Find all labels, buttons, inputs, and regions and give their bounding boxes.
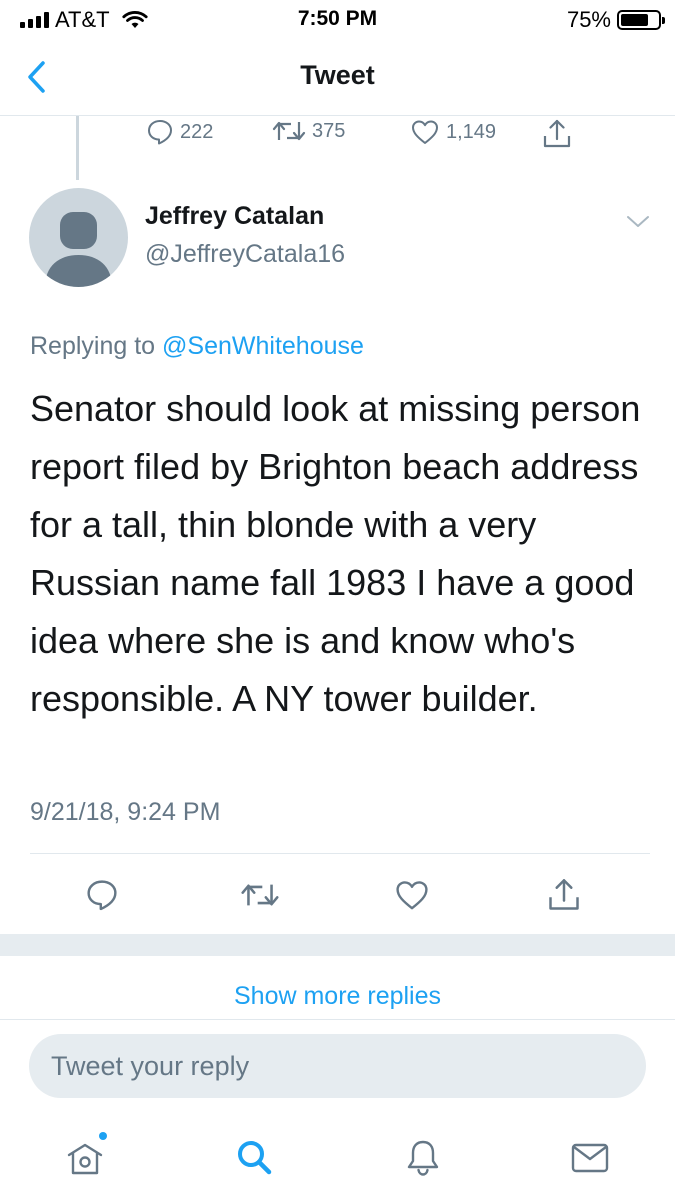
prior-reply-count: 222 xyxy=(180,120,214,143)
show-more-replies-button[interactable]: Show more replies xyxy=(0,982,675,1011)
retweet-button[interactable] xyxy=(235,870,285,920)
section-separator xyxy=(0,934,675,956)
retweet-icon xyxy=(272,121,306,141)
share-icon xyxy=(543,119,571,148)
share-icon xyxy=(549,879,579,910)
battery-nub xyxy=(662,17,665,24)
prior-like-count: 1,149 xyxy=(446,120,497,143)
tweet-options-button[interactable] xyxy=(620,208,656,236)
share-button[interactable] xyxy=(539,870,589,920)
prior-reply-button[interactable]: 222 xyxy=(146,118,213,146)
prior-like-button[interactable]: 1,149 xyxy=(410,118,496,146)
status-bar: AT&T 7:50 PM 75% xyxy=(0,0,675,40)
replying-to-link[interactable]: @SenWhitehouse xyxy=(162,332,364,360)
author-handle[interactable]: @JeffreyCatala16 xyxy=(145,240,345,269)
tweet-timestamp: 9/21/18, 9:24 PM xyxy=(30,798,221,826)
reply-button[interactable] xyxy=(77,870,127,920)
chevron-down-icon xyxy=(627,216,649,227)
navigation-bar: Tweet xyxy=(0,40,675,116)
prior-retweet-count: 375 xyxy=(312,119,346,142)
replying-to-line: Replying to @SenWhitehouse xyxy=(30,332,364,361)
prior-share-button[interactable] xyxy=(542,118,572,150)
tab-home[interactable] xyxy=(55,1130,115,1186)
search-icon xyxy=(238,1141,272,1175)
home-notification-dot xyxy=(99,1132,107,1140)
notifications-bell-icon xyxy=(407,1140,439,1176)
tab-messages[interactable] xyxy=(560,1130,620,1186)
prior-tweet-actions: 222 375 1,149 xyxy=(0,118,675,148)
retweet-icon xyxy=(241,884,279,906)
reply-input[interactable] xyxy=(29,1034,646,1098)
like-button[interactable] xyxy=(387,870,437,920)
replying-prefix: Replying to xyxy=(30,332,156,360)
heart-icon xyxy=(412,120,438,144)
tweet-text: Senator should look at missing person re… xyxy=(30,388,641,719)
page-title: Tweet xyxy=(300,60,375,90)
home-icon xyxy=(67,1143,103,1175)
divider xyxy=(0,1019,675,1020)
tweet-actions xyxy=(0,870,675,920)
reply-icon xyxy=(87,880,117,911)
messages-envelope-icon xyxy=(571,1143,609,1173)
battery-icon xyxy=(617,10,665,30)
heart-icon xyxy=(396,881,428,910)
tab-bar xyxy=(0,1110,675,1200)
author-name[interactable]: Jeffrey Catalan xyxy=(145,202,324,231)
divider xyxy=(30,853,650,854)
tab-notifications[interactable] xyxy=(393,1130,453,1186)
prior-retweet-button[interactable]: 375 xyxy=(272,118,345,144)
status-right: 75% xyxy=(566,7,665,33)
default-avatar-icon xyxy=(45,212,112,287)
battery-percent: 75% xyxy=(566,7,611,32)
reply-icon xyxy=(148,120,172,145)
battery-fill xyxy=(621,14,648,26)
avatar[interactable] xyxy=(29,188,128,287)
tab-search[interactable] xyxy=(225,1130,285,1186)
